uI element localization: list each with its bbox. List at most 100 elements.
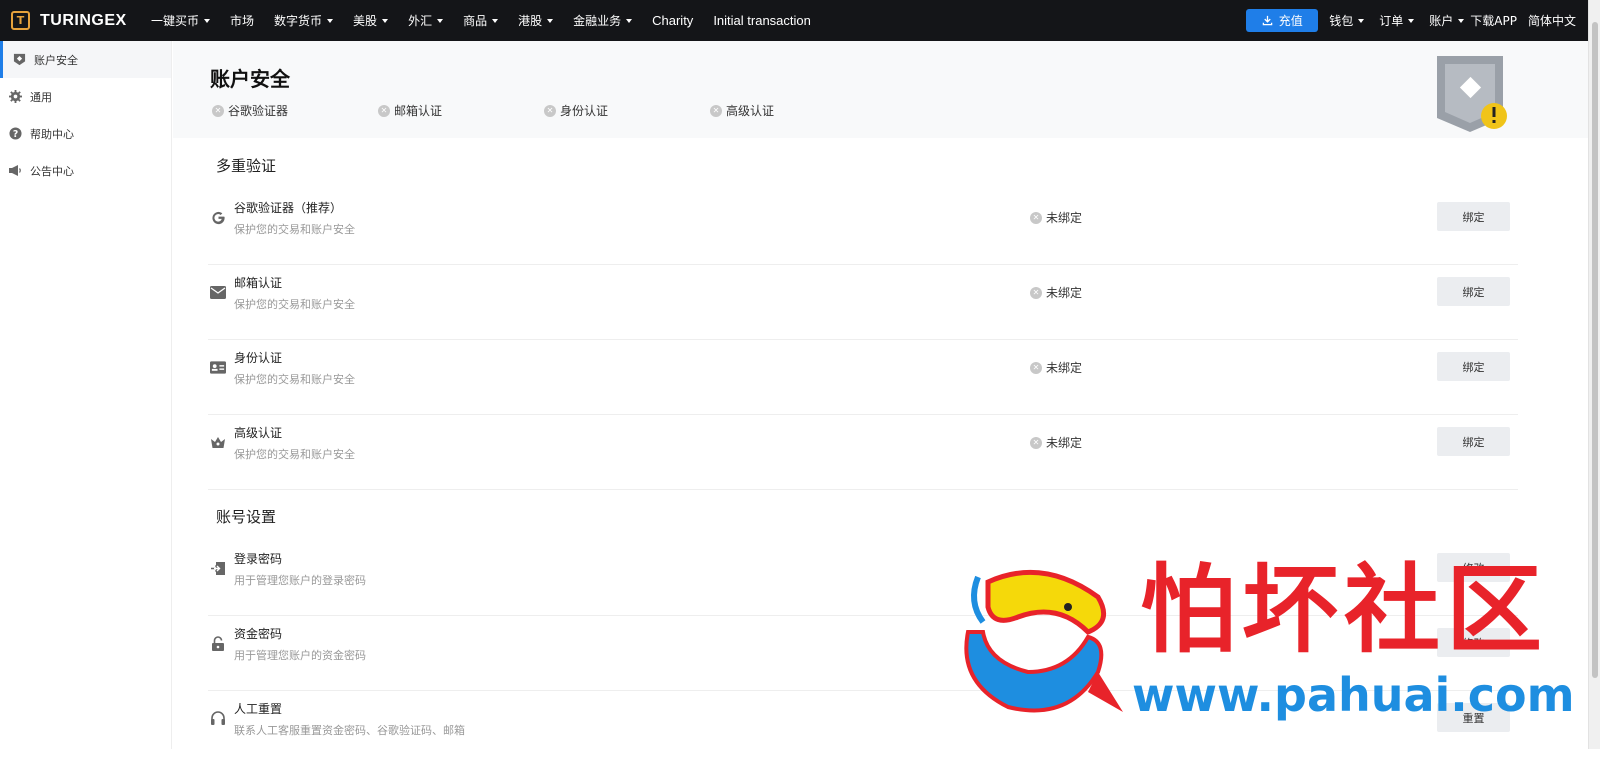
x-circle-icon: ✕ [1030, 436, 1042, 449]
chevron-down-icon [492, 18, 499, 23]
top-navbar: T TURINGEX 一键买币 市场 数字货币 美股 外汇 商品 港股 金融业务… [0, 0, 1600, 41]
security-level-shield-icon [1437, 56, 1507, 132]
chevron-down-icon [547, 18, 554, 23]
chevron-down-icon [437, 18, 444, 23]
nav-item-forex[interactable]: 外汇 [408, 12, 444, 29]
badge-email: ✕ 邮箱认证 [378, 102, 544, 119]
status-badge: ✕ 未绑定 [1030, 209, 1082, 226]
mfa-row-identity: 身份认证 保护您的交易和账户安全 ✕ 未绑定 绑定 [208, 340, 1518, 415]
row-description: 保护您的交易和账户安全 [234, 223, 355, 236]
x-circle-icon: ✕ [710, 104, 722, 117]
nav-item-quick-buy[interactable]: 一键买币 [151, 12, 211, 29]
headset-icon [210, 710, 226, 726]
megaphone-icon [8, 164, 22, 178]
nav-item-commodities[interactable]: 商品 [463, 12, 499, 29]
x-circle-icon: ✕ [378, 104, 390, 117]
nav-item-crypto[interactable]: 数字货币 [274, 12, 334, 29]
lock-icon [210, 635, 226, 651]
scrollbar-thumb[interactable] [1592, 22, 1598, 678]
language-select[interactable]: 简体中文 [1528, 12, 1576, 29]
security-header: 账户安全 ✕ 谷歌验证器 ✕ 邮箱认证 ✕ 身份认证 ✕ 高级认证 [173, 41, 1588, 138]
row-title: 邮箱认证 [234, 276, 283, 290]
nav-item-finance[interactable]: 金融业务 [573, 12, 633, 29]
sidebar-item-help-center[interactable]: ? 帮助中心 [0, 115, 171, 152]
page-title: 账户安全 [210, 67, 290, 91]
id-card-icon [210, 359, 226, 375]
sidebar-item-announcements[interactable]: 公告中心 [0, 152, 171, 189]
x-circle-icon: ✕ [1030, 286, 1042, 299]
account-menu[interactable]: 账户 [1429, 12, 1465, 29]
row-description: 保护您的交易和账户安全 [234, 448, 355, 461]
mfa-row-email: 邮箱认证 保护您的交易和账户安全 ✕ 未绑定 绑定 [208, 265, 1518, 340]
badge-advanced: ✕ 高级认证 [710, 102, 876, 119]
x-circle-icon: ✕ [212, 104, 224, 117]
chevron-down-icon [1408, 18, 1415, 23]
login-icon [210, 560, 226, 576]
sidebar-item-label: 账户安全 [34, 53, 78, 67]
chevron-down-icon [327, 18, 334, 23]
row-description: 保护您的交易和账户安全 [234, 298, 355, 311]
logo-mark: T [11, 11, 30, 30]
x-circle-icon: ✕ [544, 104, 556, 117]
chevron-down-icon [204, 18, 211, 23]
download-app-link[interactable]: 下载APP [1470, 12, 1517, 29]
nav-right: 充值 钱包 订单 账户 下载APP 简体中文 [1246, 0, 1600, 41]
gear-icon [8, 90, 22, 104]
sidebar: 账户安全 通用 ? 帮助中心 公告中心 [0, 41, 172, 749]
row-title: 身份认证 [234, 351, 283, 365]
svg-text:?: ? [12, 129, 17, 140]
watermark-text: 怕坏社区 [1140, 553, 1548, 666]
sidebar-item-label: 帮助中心 [30, 127, 74, 141]
brand-name: TURINGEX [40, 11, 127, 29]
mfa-row-advanced: 高级认证 保护您的交易和账户安全 ✕ 未绑定 绑定 [208, 415, 1518, 490]
bind-google-button[interactable]: 绑定 [1437, 202, 1510, 231]
account-settings-title: 账号设置 [216, 508, 277, 526]
sidebar-item-label: 通用 [30, 90, 52, 104]
bind-email-button[interactable]: 绑定 [1437, 277, 1510, 306]
bind-identity-button[interactable]: 绑定 [1437, 352, 1510, 381]
download-icon [1262, 15, 1273, 26]
crown-icon [210, 434, 226, 450]
row-description: 联系人工客服重置资金密码、谷歌验证码、邮箱 [234, 724, 465, 737]
badge-identity: ✕ 身份认证 [544, 102, 710, 119]
watermark-fish-logo [964, 569, 1123, 713]
main-nav: 一键买币 市场 数字货币 美股 外汇 商品 港股 金融业务 Charity In… [151, 0, 831, 41]
chevron-down-icon [1458, 18, 1465, 23]
row-description: 用于管理您账户的登录密码 [234, 574, 366, 587]
mail-icon [210, 284, 226, 300]
watermark-url: www.pahuai.com [1132, 668, 1575, 722]
shield-icon [12, 53, 26, 67]
sidebar-item-label: 公告中心 [30, 164, 74, 178]
row-description: 保护您的交易和账户安全 [234, 373, 355, 386]
page-scrollbar[interactable] [1588, 0, 1600, 749]
status-badge: ✕ 未绑定 [1030, 359, 1082, 376]
badge-google-authenticator: ✕ 谷歌验证器 [212, 102, 378, 119]
verification-badges: ✕ 谷歌验证器 ✕ 邮箱认证 ✕ 身份认证 ✕ 高级认证 [212, 102, 876, 119]
bind-advanced-button[interactable]: 绑定 [1437, 427, 1510, 456]
nav-item-hk-stocks[interactable]: 港股 [518, 12, 554, 29]
row-title: 高级认证 [234, 426, 283, 440]
row-title: 人工重置 [234, 702, 283, 716]
recharge-button[interactable]: 充值 [1246, 9, 1319, 32]
brand-logo[interactable]: T TURINGEX [11, 11, 151, 30]
chevron-down-icon [626, 18, 633, 23]
chevron-down-icon [1358, 18, 1365, 23]
status-badge: ✕ 未绑定 [1030, 434, 1082, 451]
nav-item-charity[interactable]: Charity [652, 13, 693, 28]
status-badge: ✕ 未绑定 [1030, 284, 1082, 301]
x-circle-icon: ✕ [1030, 211, 1042, 224]
mfa-section-title: 多重验证 [216, 157, 277, 175]
sidebar-item-account-security[interactable]: 账户安全 [0, 41, 171, 78]
nav-item-us-stocks[interactable]: 美股 [353, 12, 389, 29]
chevron-down-icon [382, 18, 389, 23]
wallet-menu[interactable]: 钱包 [1329, 12, 1365, 29]
nav-item-initial-transaction[interactable]: Initial transaction [713, 13, 811, 28]
row-title: 登录密码 [234, 552, 283, 566]
help-icon: ? [8, 127, 22, 141]
nav-item-market[interactable]: 市场 [230, 12, 254, 29]
row-title: 资金密码 [234, 627, 283, 641]
mfa-row-google: 谷歌验证器（推荐） 保护您的交易和账户安全 ✕ 未绑定 绑定 [208, 190, 1518, 265]
row-description: 用于管理您账户的资金密码 [234, 649, 366, 662]
orders-menu[interactable]: 订单 [1379, 12, 1415, 29]
sidebar-item-general[interactable]: 通用 [0, 78, 171, 115]
